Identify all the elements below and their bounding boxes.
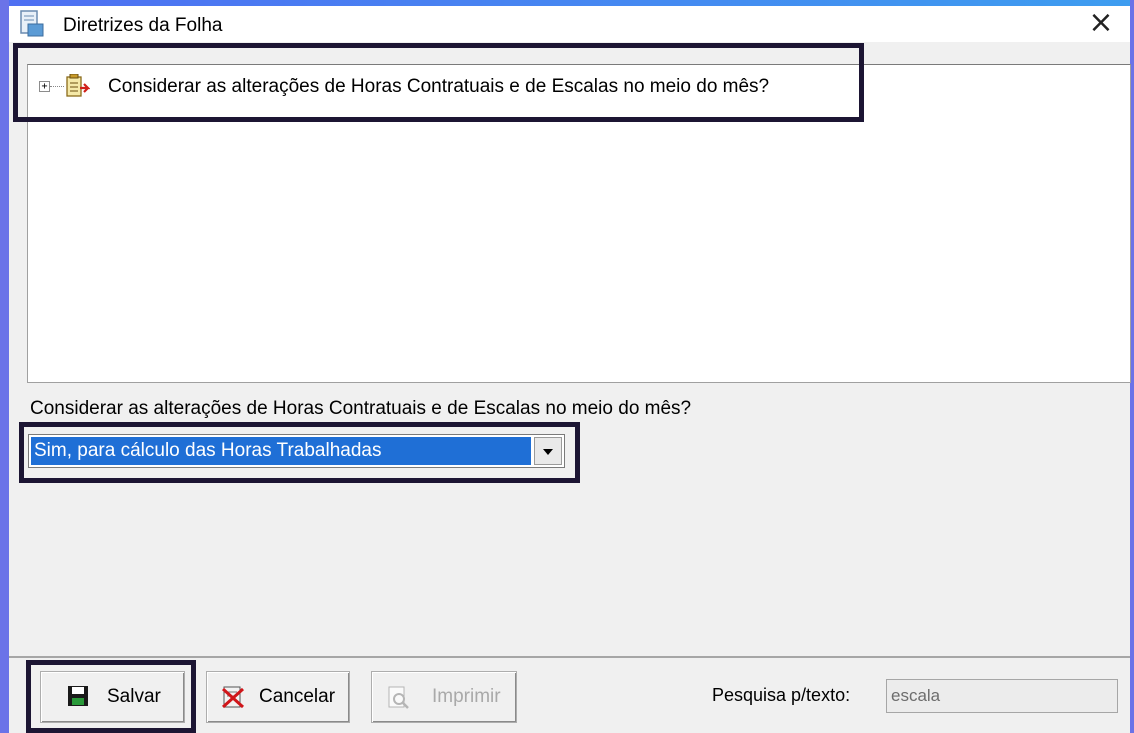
tree-item-label[interactable]: Considerar as alterações de Horas Contra… [108, 76, 769, 98]
option-select[interactable]: Sim, para cálculo das Horas Trabalhadas [28, 434, 565, 468]
cancel-button[interactable]: Cancelar [206, 671, 350, 723]
question-label: Considerar as alterações de Horas Contra… [30, 398, 692, 419]
expand-icon[interactable]: + [39, 81, 50, 92]
document-icon [19, 10, 45, 38]
tree-view[interactable]: + Considerar as alterações de Horas Cont… [27, 64, 1131, 383]
dropdown-button[interactable] [534, 437, 562, 465]
search-input[interactable] [886, 679, 1118, 713]
print-button[interactable]: Imprimir [371, 671, 517, 723]
save-icon [67, 685, 91, 709]
close-icon[interactable]: × [1086, 8, 1116, 38]
search-label: Pesquisa p/texto: [712, 685, 851, 705]
title-bar: Diretrizes da Folha × [9, 6, 1130, 42]
cancel-icon [221, 685, 245, 709]
checklist-icon [64, 73, 91, 98]
selected-option[interactable]: Sim, para cálculo das Horas Trabalhadas [31, 437, 531, 465]
cancel-label: Cancelar [259, 686, 336, 707]
print-preview-icon [386, 685, 410, 709]
save-button[interactable]: Salvar [40, 671, 185, 723]
window-title: Diretrizes da Folha [63, 15, 223, 36]
chevron-down-icon [543, 449, 553, 455]
window-frame-left [0, 0, 9, 733]
save-label: Salvar [107, 686, 161, 707]
divider [9, 656, 1130, 658]
print-label: Imprimir [432, 686, 501, 707]
tree-connector [50, 86, 64, 87]
